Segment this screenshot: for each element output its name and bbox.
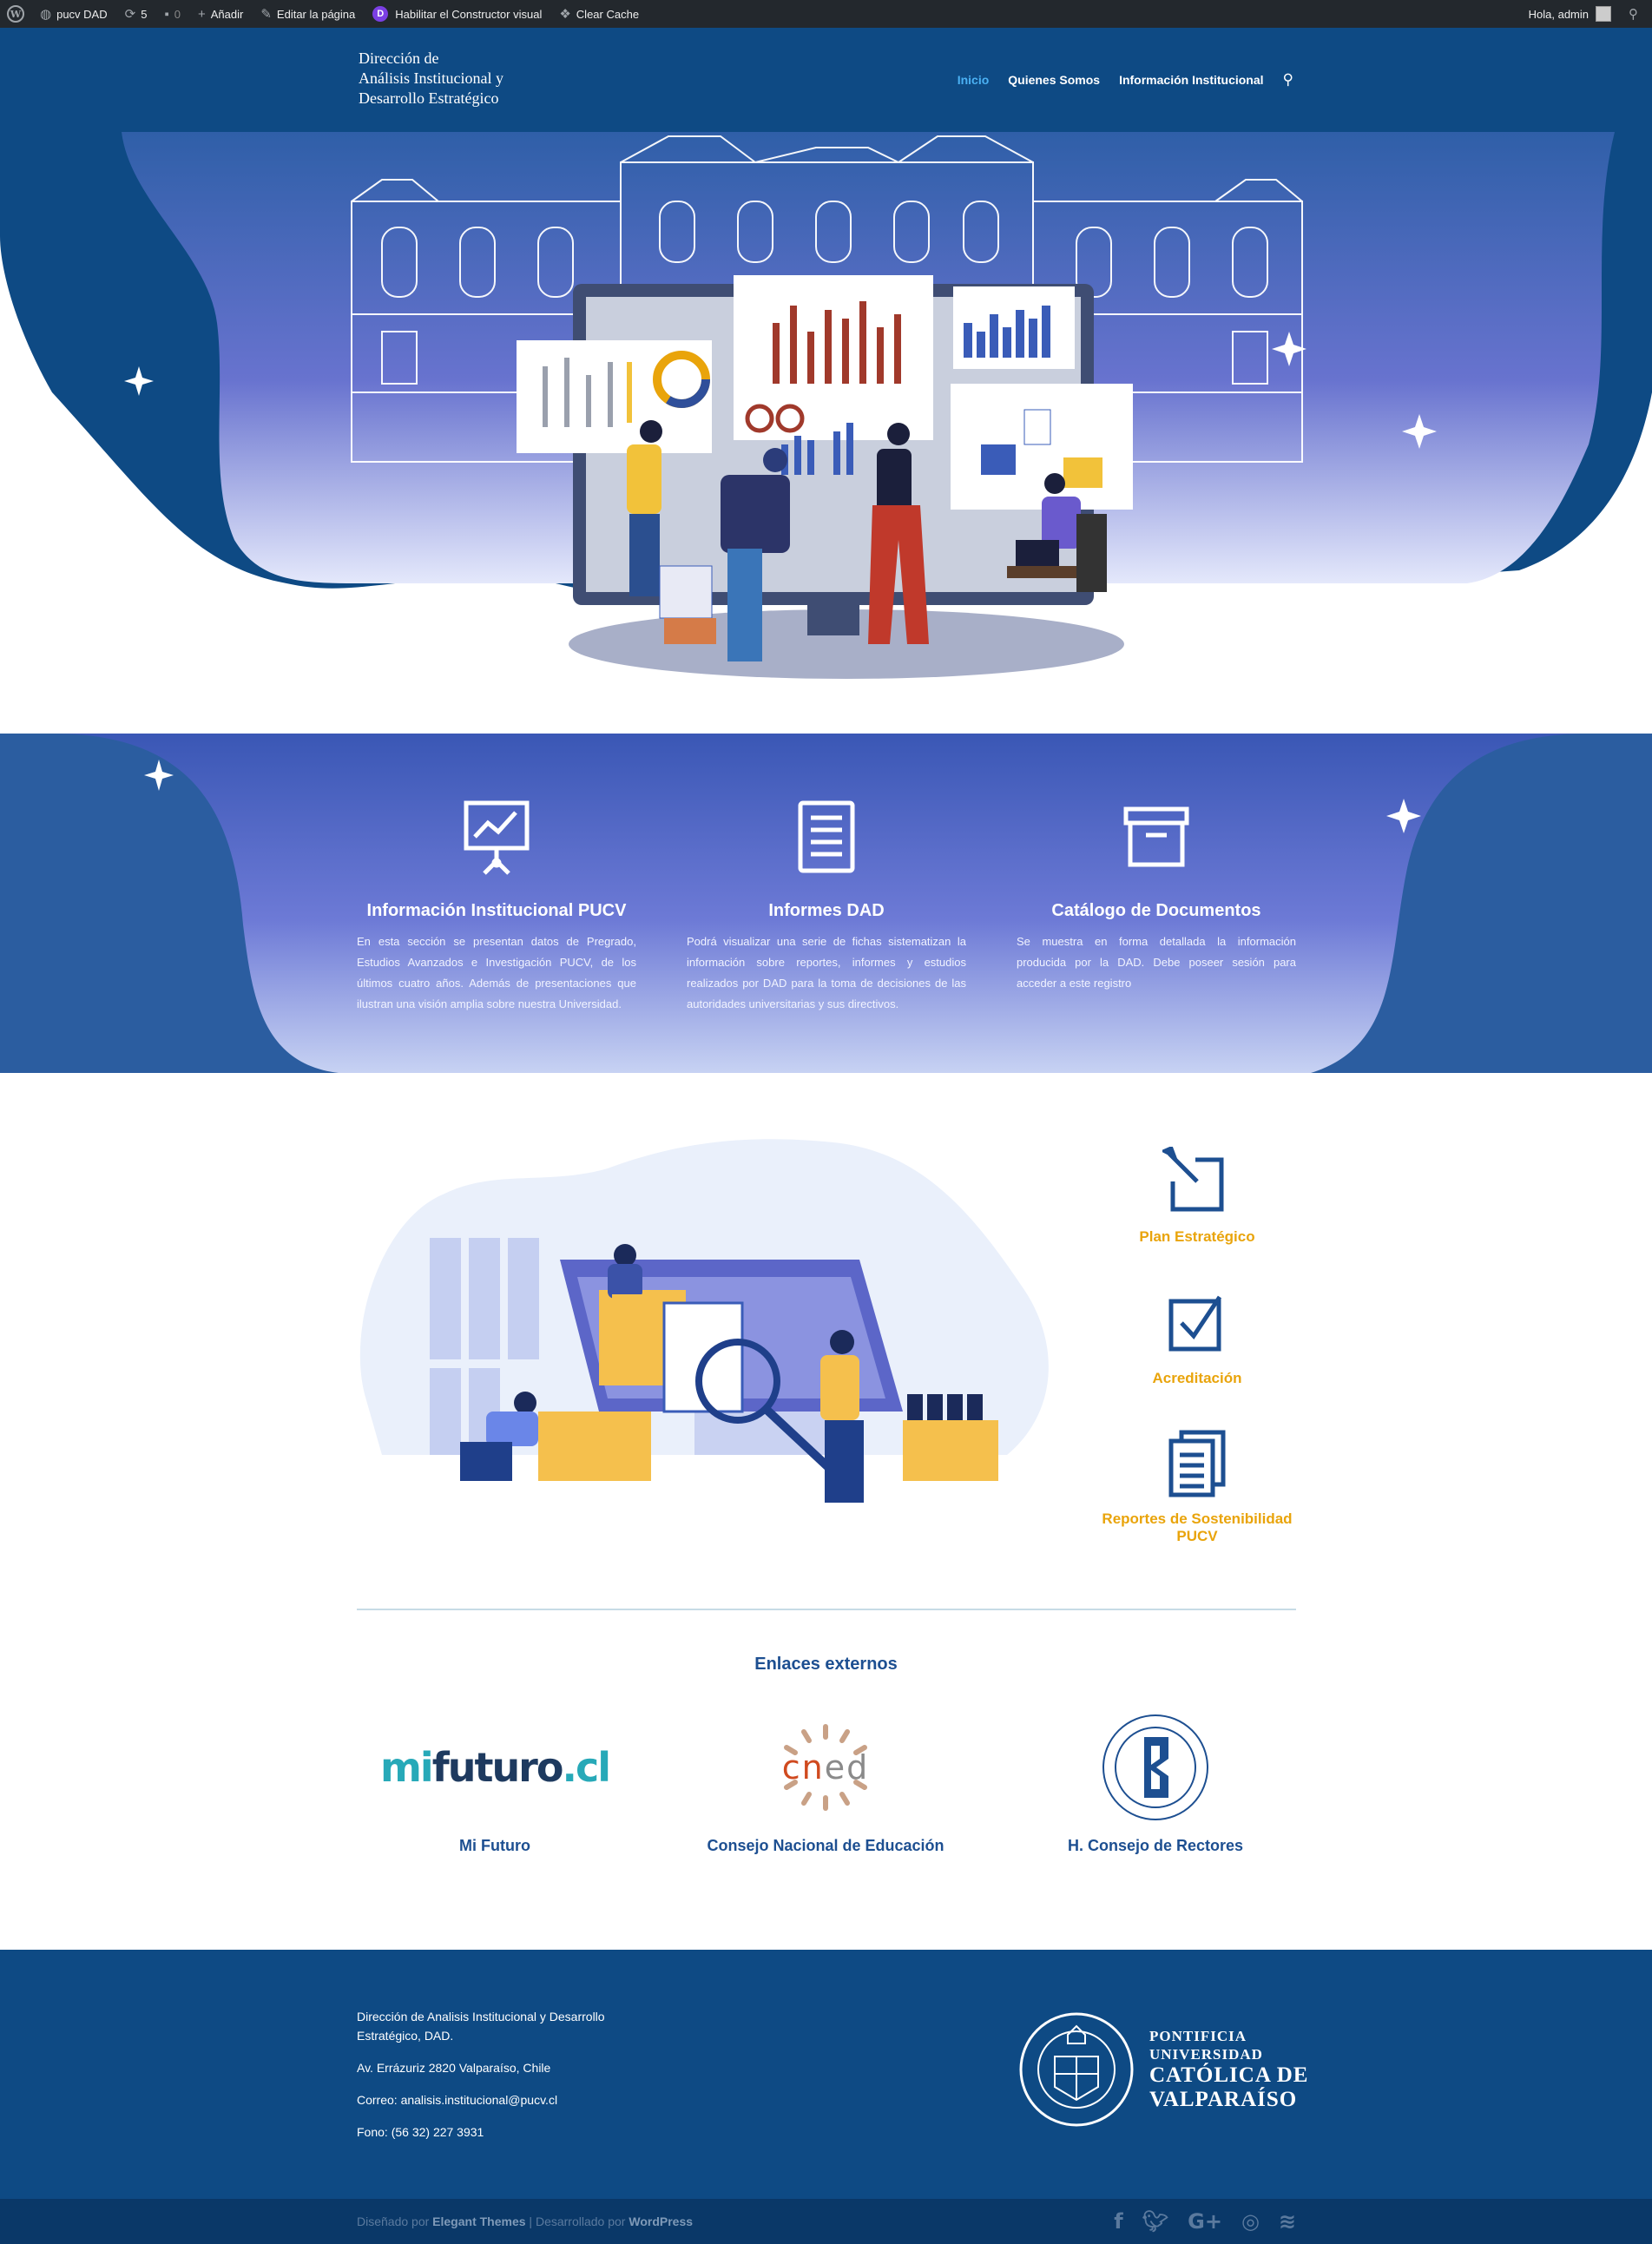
site-header: Dirección de Análisis Institucional y De… (0, 28, 1652, 132)
edit-page-link[interactable]: ✎ Editar la página (252, 0, 364, 28)
site-name-link[interactable]: ◍ pucv DAD (31, 0, 116, 28)
feature-text: Se muestra en forma detallada la informa… (1017, 935, 1296, 990)
dashboard-icon: ◍ (40, 7, 52, 22)
updates-link[interactable]: ⟳ 5 (116, 0, 156, 28)
external-link-mifuturo[interactable]: mifuturo.cl Mi Futuro (365, 1715, 625, 1855)
pucv-name: PONTIFICIA UNIVERSIDAD CATÓLICA DE VALPA… (1149, 2028, 1309, 2111)
social-links: f 🐦︎ G+ ◎ ≋ (1114, 2209, 1296, 2234)
external-link-consejo-rectores[interactable]: H. Consejo de Rectores (1025, 1714, 1286, 1855)
edit-icon (1101, 1138, 1293, 1216)
hero-section (0, 132, 1652, 734)
plus-icon: + (198, 6, 206, 22)
mifuturo-logo: mifuturo.cl (379, 1744, 611, 1791)
wordpress-icon: W (7, 5, 24, 23)
admin-search-button[interactable]: ⚲ (1620, 0, 1652, 28)
feature-informacion-institucional[interactable]: Información Institucional PUCV En esta s… (357, 799, 636, 1015)
checkbox-icon (1101, 1280, 1293, 1358)
plan-estrategico-link[interactable]: Plan Estratégico (1101, 1138, 1293, 1246)
footer-credits: Diseñado por Elegant Themes | Desarrolla… (357, 2214, 694, 2228)
footer-info: Dirección de Analisis Institucional y De… (357, 2007, 635, 2155)
feature-title: Información Institucional PUCV (366, 901, 627, 920)
nav-inicio[interactable]: Inicio (958, 73, 990, 87)
search-icon: ⚲ (1629, 7, 1638, 22)
visual-builder-link[interactable]: D Habilitar el Constructor visual (364, 0, 550, 28)
feature-text: En esta sección se presentan datos de Pr… (357, 935, 636, 1010)
pucv-seal-icon (1019, 2012, 1134, 2127)
wordpress-logo-button[interactable]: W (0, 0, 31, 28)
consejo-rectores-logo (1025, 1714, 1286, 1820)
feature-informes-dad[interactable]: Informes DAD Podrá visualizar una serie … (687, 799, 966, 1015)
avatar (1596, 6, 1611, 22)
search-icon[interactable]: ⚲ (1283, 71, 1293, 89)
middle-section: Plan Estratégico Acreditación Reportes d… (0, 1073, 1652, 1950)
pucv-logo[interactable]: PONTIFICIA UNIVERSIDAD CATÓLICA DE VALPA… (1016, 2004, 1309, 2135)
external-link-cned[interactable]: cned Consejo Nacional de Educación (695, 1715, 956, 1855)
site-logo[interactable]: Dirección de Análisis Institucional y De… (359, 49, 503, 109)
archive-box-icon (1017, 799, 1296, 885)
document-icon (687, 799, 966, 885)
section-divider (357, 1609, 1296, 1610)
twitter-icon[interactable]: 🐦︎ (1142, 2209, 1168, 2234)
comment-icon: ▪ (164, 6, 169, 22)
feature-title: Informes DAD (768, 901, 885, 920)
external-links-title: Enlaces externos (754, 1655, 898, 1674)
footer-address-title: Dirección de Analisis Institucional y De… (357, 2010, 605, 2043)
add-new-link[interactable]: + Añadir (189, 0, 252, 28)
documents-illustration (359, 1139, 1049, 1503)
footer-email[interactable]: Correo: analisis.institucional@pucv.cl (357, 2090, 635, 2109)
rss-icon[interactable]: ≋ (1279, 2209, 1296, 2234)
presentation-chart-icon (357, 799, 636, 885)
account-menu[interactable]: Hola, admin (1520, 0, 1620, 28)
nav-quienes-somos[interactable]: Quienes Somos (1008, 73, 1100, 87)
comments-link[interactable]: ▪ 0 (155, 0, 189, 28)
divi-icon: D (372, 6, 389, 22)
google-plus-icon[interactable]: G+ (1188, 2209, 1222, 2234)
reportes-sostenibilidad-link[interactable]: Reportes de Sostenibilidad PUCV (1101, 1420, 1293, 1545)
cned-logo: cned (695, 1715, 956, 1820)
bottom-bar: Diseñado por Elegant Themes | Desarrolla… (0, 2199, 1652, 2244)
pencil-icon: ✎ (260, 7, 272, 22)
instagram-icon[interactable]: ◎ (1241, 2209, 1260, 2234)
elegant-themes-link[interactable]: Elegant Themes (432, 2214, 525, 2228)
features-section: Información Institucional PUCV En esta s… (0, 734, 1652, 1073)
site-footer: Dirección de Analisis Institucional y De… (0, 1950, 1652, 2199)
footer-address: Av. Errázuriz 2820 Valparaíso, Chile (357, 2061, 551, 2075)
feature-title: Catálogo de Documentos (1051, 901, 1261, 920)
footer-phone: Fono: (56 32) 227 3931 (357, 2125, 484, 2139)
documents-icon (1101, 1420, 1293, 1498)
facebook-icon[interactable]: f (1114, 2209, 1122, 2234)
wordpress-link[interactable]: WordPress (629, 2214, 693, 2228)
feature-text: Podrá visualizar una serie de fichas sis… (687, 935, 966, 1010)
cache-icon: ❖ (559, 7, 571, 22)
refresh-icon: ⟳ (124, 7, 136, 22)
admin-bar: W ◍ pucv DAD ⟳ 5 ▪ 0 + Añadir ✎ Editar la pág… (0, 0, 1652, 28)
nav-informacion-institucional[interactable]: Información Institucional (1119, 73, 1263, 87)
acreditacion-link[interactable]: Acreditación (1101, 1280, 1293, 1387)
hero-illustration (0, 132, 1652, 734)
feature-catalogo-documentos[interactable]: Catálogo de Documentos Se muestra en for… (1017, 799, 1296, 994)
main-nav: Inicio Quienes Somos Información Institu… (958, 71, 1293, 89)
clear-cache-link[interactable]: ❖ Clear Cache (550, 0, 648, 28)
